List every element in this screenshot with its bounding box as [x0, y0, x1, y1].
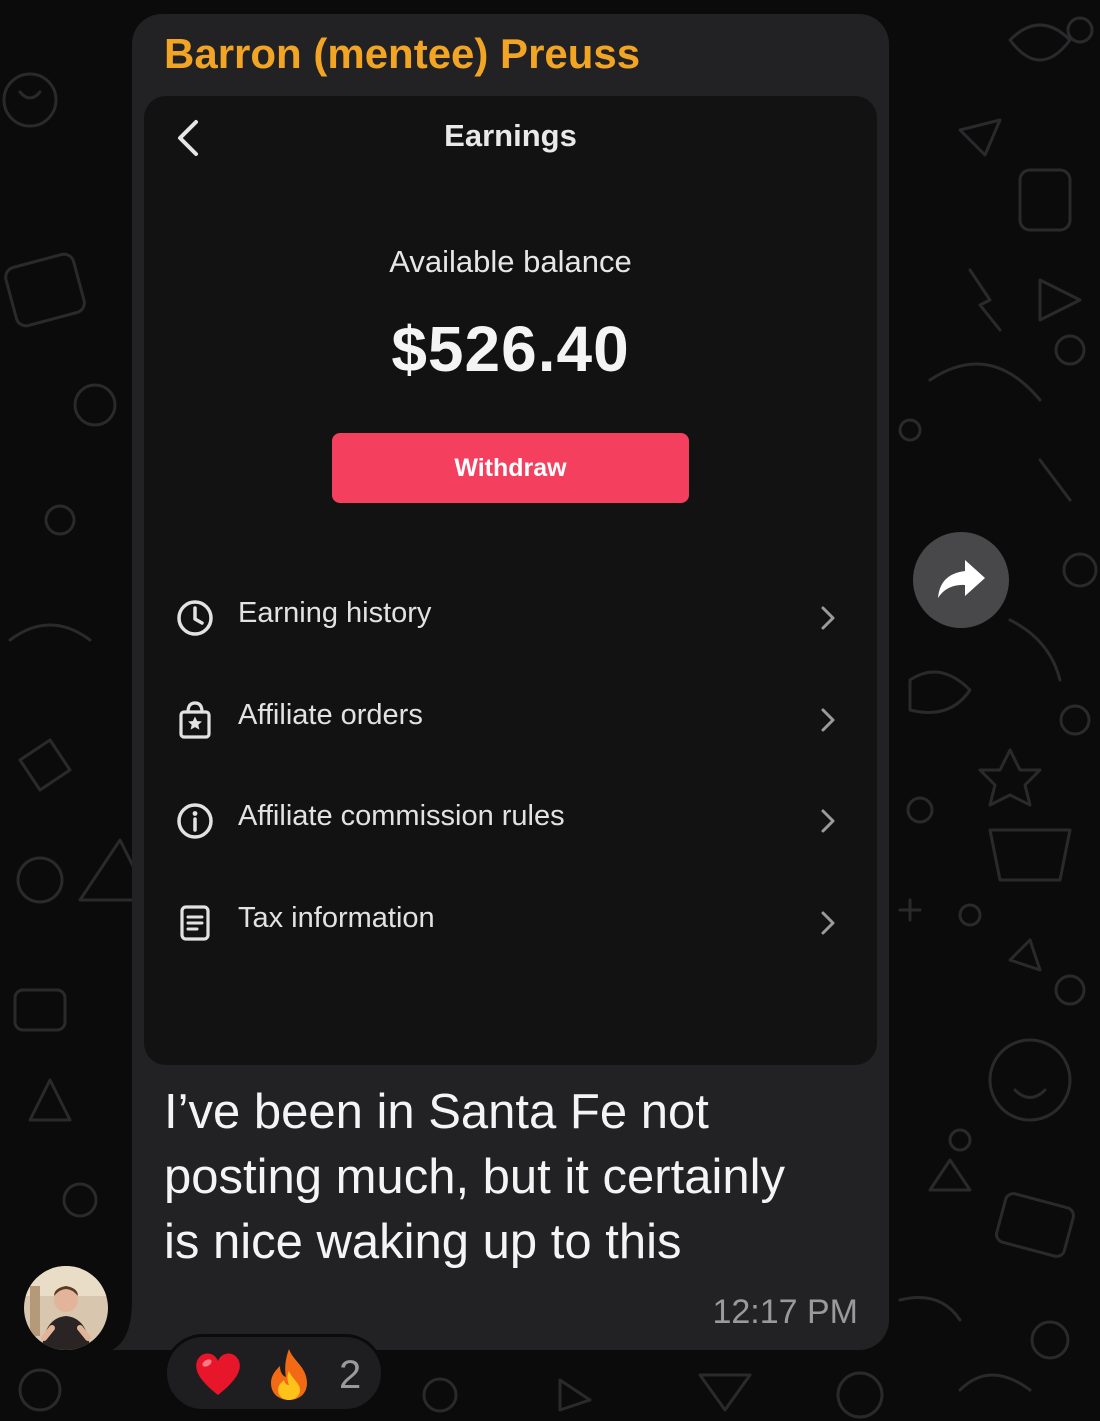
menu-item-affiliate-orders: Affiliate orders	[165, 683, 855, 753]
avatar-photo	[24, 1266, 108, 1350]
chevron-right-icon	[821, 708, 835, 732]
menu-item-label: Affiliate orders	[238, 699, 423, 731]
balance-label: Available balance	[389, 244, 632, 279]
menu-item-tax-information: Tax information	[165, 886, 855, 956]
sender-avatar[interactable]	[24, 1266, 108, 1350]
reaction-count: 2	[339, 1353, 362, 1397]
menu-item-label: Earning history	[238, 597, 432, 629]
message-line: posting much, but it certainly	[164, 1150, 785, 1204]
info-icon	[177, 803, 213, 839]
balance-amount: $526.40	[391, 313, 630, 385]
menu-item-earning-history: Earning history	[165, 581, 855, 651]
reactions-pill[interactable]: 2	[164, 1334, 384, 1412]
withdraw-button: Withdraw	[332, 433, 689, 503]
fire-icon	[271, 1349, 307, 1400]
chevron-right-icon	[821, 606, 835, 630]
forward-button[interactable]	[913, 532, 1009, 628]
heart-icon	[196, 1353, 240, 1395]
message-timestamp: 12:17 PM	[712, 1293, 858, 1331]
chevron-right-icon	[821, 911, 835, 935]
message-text[interactable]: I’ve been in Santa Fe not posting much, …	[164, 1080, 864, 1275]
chevron-right-icon	[821, 809, 835, 833]
menu-item-commission-rules: Affiliate commission rules	[165, 784, 855, 854]
document-icon	[180, 905, 210, 941]
forward-arrow-icon	[938, 560, 985, 598]
message-line: I’ve been in Santa Fe not	[164, 1085, 709, 1139]
screen-title: Earnings	[444, 118, 577, 153]
bubble-tail	[112, 1300, 172, 1350]
shopping-bag-icon	[179, 701, 211, 739]
menu-item-label: Affiliate commission rules	[238, 800, 565, 832]
message-line: is nice waking up to this	[164, 1215, 682, 1269]
sender-name[interactable]: Barron (mentee) Preuss	[164, 30, 640, 78]
clock-icon	[177, 600, 213, 636]
menu-item-label: Tax information	[238, 902, 435, 934]
